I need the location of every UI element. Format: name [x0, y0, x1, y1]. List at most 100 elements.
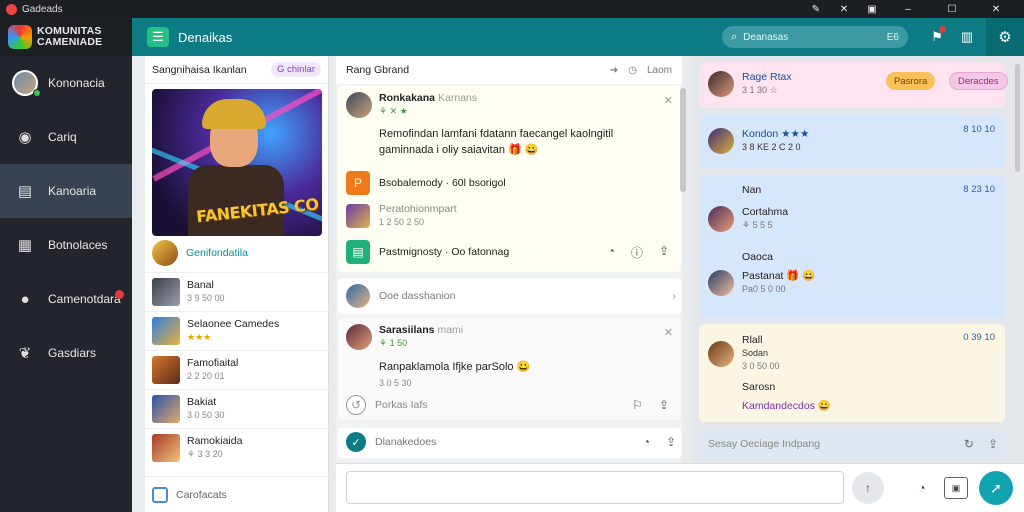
post-card[interactable]: Sarasiilans mami ⚘ 1 50 ✕ Ranpaklamola If…	[338, 318, 681, 420]
pointer-icon[interactable]: ✕	[830, 4, 858, 15]
app-logo-icon	[6, 3, 17, 15]
share-icon[interactable]: ⇪	[988, 437, 998, 451]
card-meta: ⚘ 5 5 5	[742, 220, 773, 230]
share-icon[interactable]: ⇪	[666, 435, 676, 449]
status-badge[interactable]: Deracdes	[949, 72, 1008, 90]
notification-card[interactable]: Kondon ★★★ 3 8 KE 2 C 2 0 8 10 10	[699, 116, 1005, 168]
featured-name: Genifondatila	[186, 247, 248, 259]
post-author: Sarasiilans	[379, 324, 435, 336]
avatar	[708, 71, 734, 97]
camera-icon: ◉	[18, 129, 32, 146]
emoji-icon[interactable]: ◔	[906, 472, 938, 504]
search-icon: ⌕	[731, 30, 738, 43]
collapsed-thread[interactable]: Ooe dasshanion ›	[338, 278, 681, 314]
list-item[interactable]: Selaonee Camedes ★★★	[145, 311, 329, 350]
settings-gear-icon[interactable]: ⚙	[986, 18, 1024, 56]
brand-line-2: CAMENIADE	[37, 36, 103, 48]
pin-icon[interactable]: ✎	[802, 4, 830, 15]
timestamp: 0 39 10	[963, 332, 995, 343]
notifications-icon[interactable]: ⚑	[922, 26, 952, 45]
message-input[interactable]	[346, 471, 844, 504]
attachment-item[interactable]: Peratohionmpart 1 2 50 2 50	[346, 203, 457, 229]
brand[interactable]: KOMUNITAS CAMENIADE	[0, 18, 132, 56]
post-text: Remofindan lamfani fdatann faecangel kao…	[379, 128, 614, 156]
sidebar-item-camera[interactable]: ◉ Cariq	[0, 110, 132, 164]
card-meta: Pa0 5 0 00	[742, 284, 786, 294]
comment-icon[interactable]: ◔	[608, 244, 615, 261]
avatar	[708, 270, 734, 296]
list-item[interactable]: Ramokiaida ⚘ 3 3 20	[145, 428, 329, 467]
user-name: Famofiaital	[187, 357, 239, 369]
brand-logo-icon	[8, 25, 32, 49]
hero-image[interactable]: FANEKITAS CO	[152, 89, 322, 236]
attachment-item[interactable]: ▤ Pastmignosty · Oo fatonnag	[346, 240, 509, 264]
close-icon[interactable]: ✕	[664, 326, 673, 339]
task-row[interactable]: ✓ Dlanakedoes ◔ ⇪	[338, 428, 681, 458]
gallery-icon[interactable]: ▣	[944, 477, 968, 499]
attachment-item[interactable]: P Bsobalemody · 60l bsorigol	[346, 171, 506, 195]
attachment-label: Peratohionmpart	[379, 203, 457, 215]
contacts-label: Carofacats	[176, 488, 227, 501]
wallpaper-icon[interactable]: ▣	[858, 4, 886, 15]
like-icon[interactable]: ⚐	[632, 398, 643, 412]
notification-card[interactable]: Sesay Oeciage Indpang ↻ ⇪	[699, 430, 1005, 460]
avatar	[152, 434, 180, 462]
user-meta: 3 0 50 30	[187, 410, 225, 420]
contacts-icon	[152, 486, 168, 503]
avatar	[708, 128, 734, 154]
post-card[interactable]: Ronkakana Karnans ⚘ ✕ ★ ✕ Remofindan lamf…	[338, 86, 681, 272]
avatar	[152, 317, 180, 345]
card-name: Rage Rtax	[742, 71, 792, 83]
check-icon[interactable]: ✓	[346, 432, 366, 452]
share-icon[interactable]: ⇪	[659, 244, 669, 261]
card-line: Oaoca	[742, 251, 773, 263]
menu-button[interactable]: ☰	[147, 27, 169, 47]
reply-link[interactable]: ↺ Porkas Iafs	[346, 395, 428, 415]
minimize-button[interactable]: –	[886, 4, 930, 15]
status-badge[interactable]: Pasrora	[886, 72, 936, 90]
chevron-right-icon[interactable]: ›	[673, 290, 677, 302]
filter-chip[interactable]: G chinlar	[270, 62, 321, 77]
notification-card[interactable]: Rlall Sodan 3 0 50 00 0 39 10 Sarosn Kam…	[699, 324, 1005, 422]
sidebar-item-messages[interactable]: ▤ Kanoaria	[0, 164, 132, 218]
card-line: Sodan	[742, 348, 769, 358]
post-text: Ranpaklamola Ifjke parSolo 😀	[379, 361, 531, 373]
sidebar-item-feed[interactable]: ❦ Gasdiars	[0, 326, 132, 380]
feed-scrollbar[interactable]	[680, 88, 686, 192]
card-line: Sesay Oeciage Indpang	[708, 438, 821, 450]
list-item[interactable]: Bakiat 3 0 50 30	[145, 389, 329, 428]
search-hint: E6	[886, 31, 899, 43]
notifications-scrollbar[interactable]	[1015, 64, 1020, 172]
feed-head-link[interactable]: Laom	[647, 65, 672, 76]
sidebar-item-community[interactable]: ● Camenotdara	[0, 272, 132, 326]
sidebar-item-inbox[interactable]: ▦ Botnolaces	[0, 218, 132, 272]
close-icon[interactable]: ✕	[664, 94, 673, 107]
close-button[interactable]: ✕	[974, 4, 1018, 15]
expand-icon[interactable]: ➜	[610, 65, 618, 76]
comment-icon[interactable]: ◔	[643, 435, 650, 449]
contacts-link[interactable]: Carofacats	[145, 476, 329, 512]
layout-icon[interactable]: ▥	[952, 29, 982, 45]
notifications-panel: Rage Rtax 3 1 30 ☆ Pasrora Deracdes Kond…	[692, 56, 1024, 463]
sidebar-item-label: Cariq	[48, 130, 77, 144]
refresh-icon[interactable]: ↻	[964, 437, 974, 451]
send-button[interactable]: ➚	[979, 471, 1013, 505]
avatar	[152, 240, 178, 266]
card-line: Kamdandecdos 😀	[742, 400, 831, 412]
notification-card[interactable]: Rage Rtax 3 1 30 ☆ Pasrora Deracdes	[699, 62, 1008, 108]
panel-title: Sangnihaisa Ikanlan	[152, 63, 247, 76]
list-item[interactable]: Famofiaital 2 2 20 01	[145, 350, 329, 389]
search-input[interactable]: ⌕ Deanasas E6	[722, 26, 908, 48]
sidebar-item-profile[interactable]: Kononacia	[0, 56, 132, 110]
attach-button[interactable]: ↑	[852, 472, 884, 504]
card-header: Nan	[742, 184, 762, 196]
post-meta: 3 0 5 30	[379, 378, 412, 388]
clock-icon[interactable]: ◷	[628, 65, 637, 76]
share-icon[interactable]: ⇪	[659, 398, 669, 412]
post-status: ⚘ 1 50	[379, 338, 408, 348]
list-item[interactable]: Banal 3 9 50 00	[145, 272, 329, 311]
featured-profile[interactable]: Genifondatila	[152, 240, 322, 266]
maximize-button[interactable]: ☐	[930, 4, 974, 15]
notification-card[interactable]: Nan 8 23 10 Cortahma ⚘ 5 5 5 Oaoca Pasta…	[699, 176, 1005, 318]
info-icon[interactable]: ⓘ	[631, 244, 643, 261]
